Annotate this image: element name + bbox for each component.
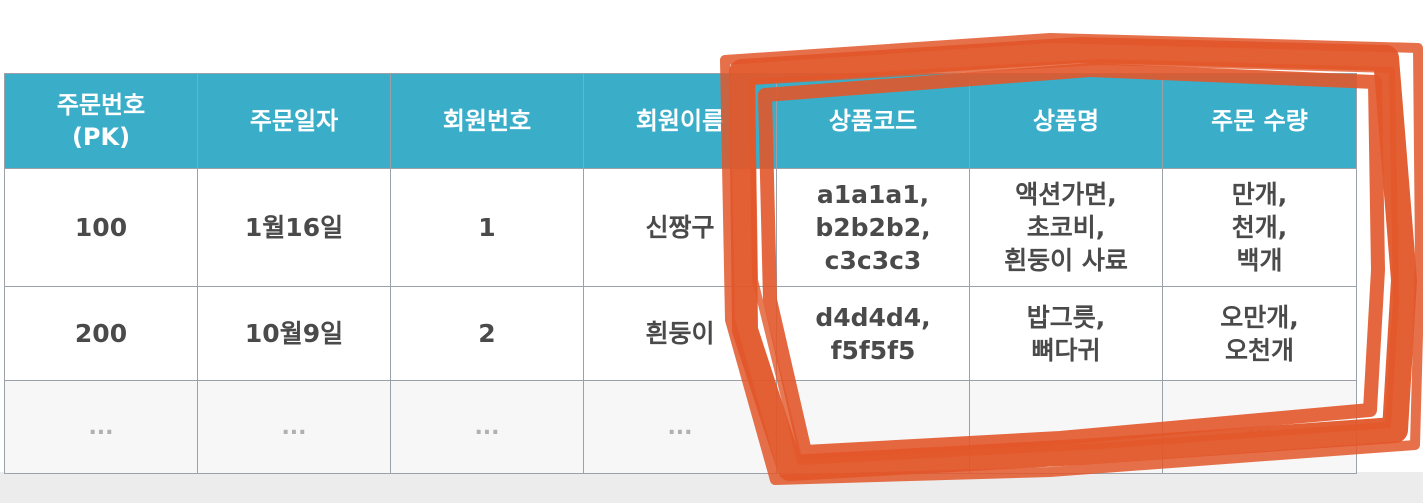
cell-order-quantity: 오만개, 오천개 (1162, 286, 1357, 381)
cell-line: 백개 (1236, 246, 1283, 275)
cell-order-number: ... (4, 380, 198, 474)
header-line: 회원이름 (635, 107, 725, 135)
table-header-row: 주문번호 (PK) 주문일자 회원번호 회원이름 상품코드 상품명 주문 수량 (4, 73, 1357, 169)
cell-order-quantity: ... (1162, 380, 1357, 474)
cell-line: 밥그릇, (1026, 302, 1106, 332)
cell-line: c3c3c3 (824, 246, 922, 275)
header-member-number: 회원번호 (390, 73, 584, 169)
cell-line: 액션가면, (1015, 180, 1117, 209)
cell-line: 100 (74, 213, 128, 242)
cell-line: b2b2b2, (815, 213, 931, 242)
header-line: 주문번호 (56, 91, 146, 119)
cell-order-date: 10월9일 (197, 286, 391, 381)
cell-line: 흰둥이 사료 (1004, 246, 1128, 275)
cell-line: 초코비, (1026, 213, 1106, 242)
cell-product-code (776, 380, 970, 474)
cell-line: 신짱구 (645, 213, 715, 242)
orders-table: 주문번호 (PK) 주문일자 회원번호 회원이름 상품코드 상품명 주문 수량 (4, 73, 1357, 474)
table-row: 200 10월9일 2 흰둥이 d4d4d4, f5f5f5 밥그릇, 뼈다귀 … (4, 286, 1357, 381)
cell-line: 1 (478, 213, 496, 242)
header-line: 회원번호 (442, 107, 532, 135)
header-line: 상품코드 (828, 107, 918, 135)
cell-product-code: d4d4d4, f5f5f5 (776, 286, 970, 381)
cell-member-number: 1 (390, 168, 584, 287)
header-member-name: 회원이름 (583, 73, 777, 169)
cell-line: 2 (478, 319, 496, 348)
cell-member-number: 2 (390, 286, 584, 381)
cell-product-name (969, 380, 1163, 474)
cell-order-date: 1월16일 (197, 168, 391, 287)
cell-product-code: a1a1a1, b2b2b2, c3c3c3 (776, 168, 970, 287)
page-bottom-band (0, 472, 1423, 503)
cell-line: 1월16일 (244, 213, 344, 242)
cell-order-date: ... (197, 380, 391, 474)
cell-line: 오만개, (1220, 302, 1299, 332)
cell-line: f5f5f5 (830, 335, 916, 365)
cell-member-name: ... (583, 380, 777, 474)
table-row: ... ... ... ... ... (4, 380, 1357, 474)
cell-line: ... (88, 414, 114, 440)
cell-line: a1a1a1, (816, 180, 930, 209)
cell-line: 뼈다귀 (1031, 335, 1101, 365)
cell-member-name: 신짱구 (583, 168, 777, 287)
cell-line: ... (1246, 414, 1273, 440)
cell-line: 10월9일 (244, 319, 344, 348)
cell-order-number: 200 (4, 286, 198, 381)
table-row: 100 1월16일 1 신짱구 a1a1a1, b2b2b2, c3c3c3 액… (4, 168, 1357, 287)
cell-line: 만개, (1231, 180, 1288, 209)
cell-line: 오천개 (1224, 335, 1294, 365)
header-line: 상품명 (1032, 107, 1100, 135)
header-order-number: 주문번호 (PK) (4, 73, 198, 169)
cell-member-name: 흰둥이 (583, 286, 777, 381)
header-product-name: 상품명 (969, 73, 1163, 169)
header-line: 주문 수량 (1211, 107, 1308, 135)
cell-line: d4d4d4, (815, 302, 931, 332)
cell-line: ... (474, 414, 500, 440)
header-line: (PK) (71, 123, 131, 151)
cell-line: 흰둥이 (645, 319, 715, 348)
cell-order-quantity: 만개, 천개, 백개 (1162, 168, 1357, 287)
header-order-date: 주문일자 (197, 73, 391, 169)
cell-line: ... (667, 414, 693, 440)
cell-member-number: ... (390, 380, 584, 474)
header-line: 주문일자 (249, 107, 339, 135)
header-order-quantity: 주문 수량 (1162, 73, 1357, 169)
cell-product-name: 밥그릇, 뼈다귀 (969, 286, 1163, 381)
cell-line: ... (281, 414, 307, 440)
cell-line: 200 (74, 319, 128, 348)
cell-line: 천개, (1231, 213, 1288, 242)
cell-order-number: 100 (4, 168, 198, 287)
cell-product-name: 액션가면, 초코비, 흰둥이 사료 (969, 168, 1163, 287)
header-product-code: 상품코드 (776, 73, 970, 169)
